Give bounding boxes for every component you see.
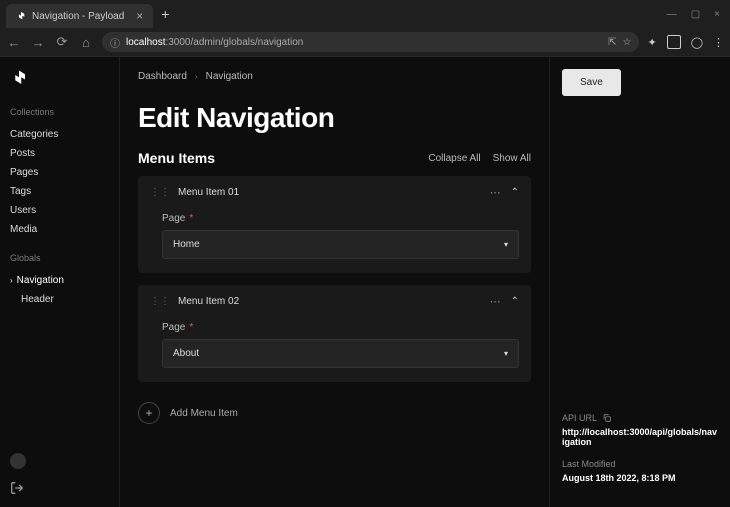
sidebar-item-categories[interactable]: Categories [10, 125, 109, 144]
sidebar-item-posts[interactable]: Posts [10, 144, 109, 163]
save-button[interactable]: Save [562, 69, 621, 96]
payload-favicon [16, 11, 26, 21]
url-host: localhost [126, 37, 165, 48]
tab-title: Navigation - Payload [32, 11, 124, 22]
last-modified-label: Last Modified [562, 459, 718, 469]
item-menu-icon[interactable]: ⋯ [490, 186, 503, 199]
app: Collections Categories Posts Pages Tags … [0, 57, 730, 507]
copy-icon[interactable] [602, 413, 612, 423]
address-bar: ← → ⟳ ⌂ ⓘ localhost:3000/admin/globals/n… [0, 28, 730, 56]
sidebar-item-header[interactable]: Header [10, 290, 109, 309]
account-icon[interactable]: ◯ [691, 36, 703, 49]
plus-icon: + [138, 402, 160, 424]
sidebar-item-media[interactable]: Media [10, 220, 109, 239]
sidebar-item-navigation[interactable]: ›Navigation [10, 271, 109, 290]
collections-heading: Collections [10, 107, 109, 117]
payload-logo[interactable] [10, 69, 28, 87]
star-icon[interactable]: ☆ [623, 37, 632, 48]
sidebar-item-tags[interactable]: Tags [10, 182, 109, 201]
main: Dashboard › Navigation Edit Navigation M… [120, 57, 730, 507]
avatar[interactable] [10, 453, 26, 469]
select-value: About [173, 348, 199, 359]
page-title: Edit Navigation [138, 102, 531, 134]
globals-heading: Globals [10, 253, 109, 263]
collapse-all-button[interactable]: Collapse All [428, 153, 480, 164]
menu-item-card: ⋮⋮ Menu Item 01 ⋯ ⌃ Page* Home ▾ [138, 176, 531, 273]
extensions-icon[interactable]: ✦ [647, 36, 656, 49]
chevron-up-icon[interactable]: ⌃ [511, 187, 519, 198]
page-select[interactable]: About ▾ [162, 339, 519, 368]
item-menu-icon[interactable]: ⋯ [490, 295, 503, 308]
logout-icon[interactable] [10, 481, 24, 495]
back-icon[interactable]: ← [6, 35, 22, 50]
item-body: Page* Home ▾ [138, 209, 531, 273]
drag-handle-icon[interactable]: ⋮⋮ [150, 296, 170, 307]
add-item-label: Add Menu Item [170, 408, 238, 419]
forward-icon[interactable]: → [30, 35, 46, 50]
field-label: Page* [162, 322, 519, 333]
home-icon[interactable]: ⌂ [78, 35, 94, 50]
required-indicator: * [189, 213, 193, 224]
chevron-up-icon[interactable]: ⌃ [511, 296, 519, 307]
info-icon: ⓘ [110, 35, 120, 50]
chevron-right-icon: › [195, 72, 198, 81]
array-header: Menu Items Collapse All Show All [138, 150, 531, 166]
required-indicator: * [189, 322, 193, 333]
select-value: Home [173, 239, 200, 250]
breadcrumb-current: Navigation [206, 71, 253, 82]
chevron-right-icon: › [10, 276, 13, 285]
show-all-button[interactable]: Show All [493, 153, 531, 164]
drag-handle-icon[interactable]: ⋮⋮ [150, 187, 170, 198]
content: Dashboard › Navigation Edit Navigation M… [120, 57, 550, 507]
item-header[interactable]: ⋮⋮ Menu Item 01 ⋯ ⌃ [138, 176, 531, 209]
sidebar-item-users[interactable]: Users [10, 201, 109, 220]
browser-tab[interactable]: Navigation - Payload × [6, 4, 153, 28]
browser-chrome: Navigation - Payload × + — ▢ × ← → ⟳ ⌂ ⓘ… [0, 0, 730, 57]
page-select[interactable]: Home ▾ [162, 230, 519, 259]
item-title: Menu Item 02 [178, 296, 482, 307]
last-modified-value: August 18th 2022, 8:18 PM [562, 473, 718, 483]
right-panel: Save API URL http://localhost:3000/api/g… [550, 57, 730, 507]
new-tab-button[interactable]: + [153, 6, 177, 22]
url-bar[interactable]: ⓘ localhost:3000/admin/globals/navigatio… [102, 32, 639, 52]
maximize-icon[interactable]: ▢ [691, 9, 700, 20]
api-url-value: http://localhost:3000/api/globals/naviga… [562, 427, 718, 447]
share-icon[interactable]: ⇱ [608, 37, 616, 48]
sidebar: Collections Categories Posts Pages Tags … [0, 57, 120, 507]
menu-item-card: ⋮⋮ Menu Item 02 ⋯ ⌃ Page* About ▾ [138, 285, 531, 382]
profile-icon[interactable] [667, 35, 681, 49]
reload-icon[interactable]: ⟳ [54, 34, 70, 50]
item-title: Menu Item 01 [178, 187, 482, 198]
array-title: Menu Items [138, 150, 215, 166]
chevron-down-icon: ▾ [504, 240, 508, 249]
minimize-icon[interactable]: — [667, 9, 677, 20]
url-path: :3000/admin/globals/navigation [165, 37, 303, 48]
item-header[interactable]: ⋮⋮ Menu Item 02 ⋯ ⌃ [138, 285, 531, 318]
close-window-icon[interactable]: × [714, 9, 720, 20]
breadcrumb: Dashboard › Navigation [138, 71, 531, 82]
tab-bar: Navigation - Payload × + — ▢ × [0, 0, 730, 28]
api-url-label: API URL [562, 413, 718, 423]
sidebar-item-pages[interactable]: Pages [10, 163, 109, 182]
add-menu-item-button[interactable]: + Add Menu Item [138, 394, 531, 432]
item-body: Page* About ▾ [138, 318, 531, 382]
chevron-down-icon: ▾ [504, 349, 508, 358]
breadcrumb-root[interactable]: Dashboard [138, 71, 187, 82]
close-icon[interactable]: × [136, 9, 143, 23]
field-label: Page* [162, 213, 519, 224]
menu-icon[interactable]: ⋮ [713, 36, 724, 49]
window-controls: — ▢ × [667, 9, 730, 20]
